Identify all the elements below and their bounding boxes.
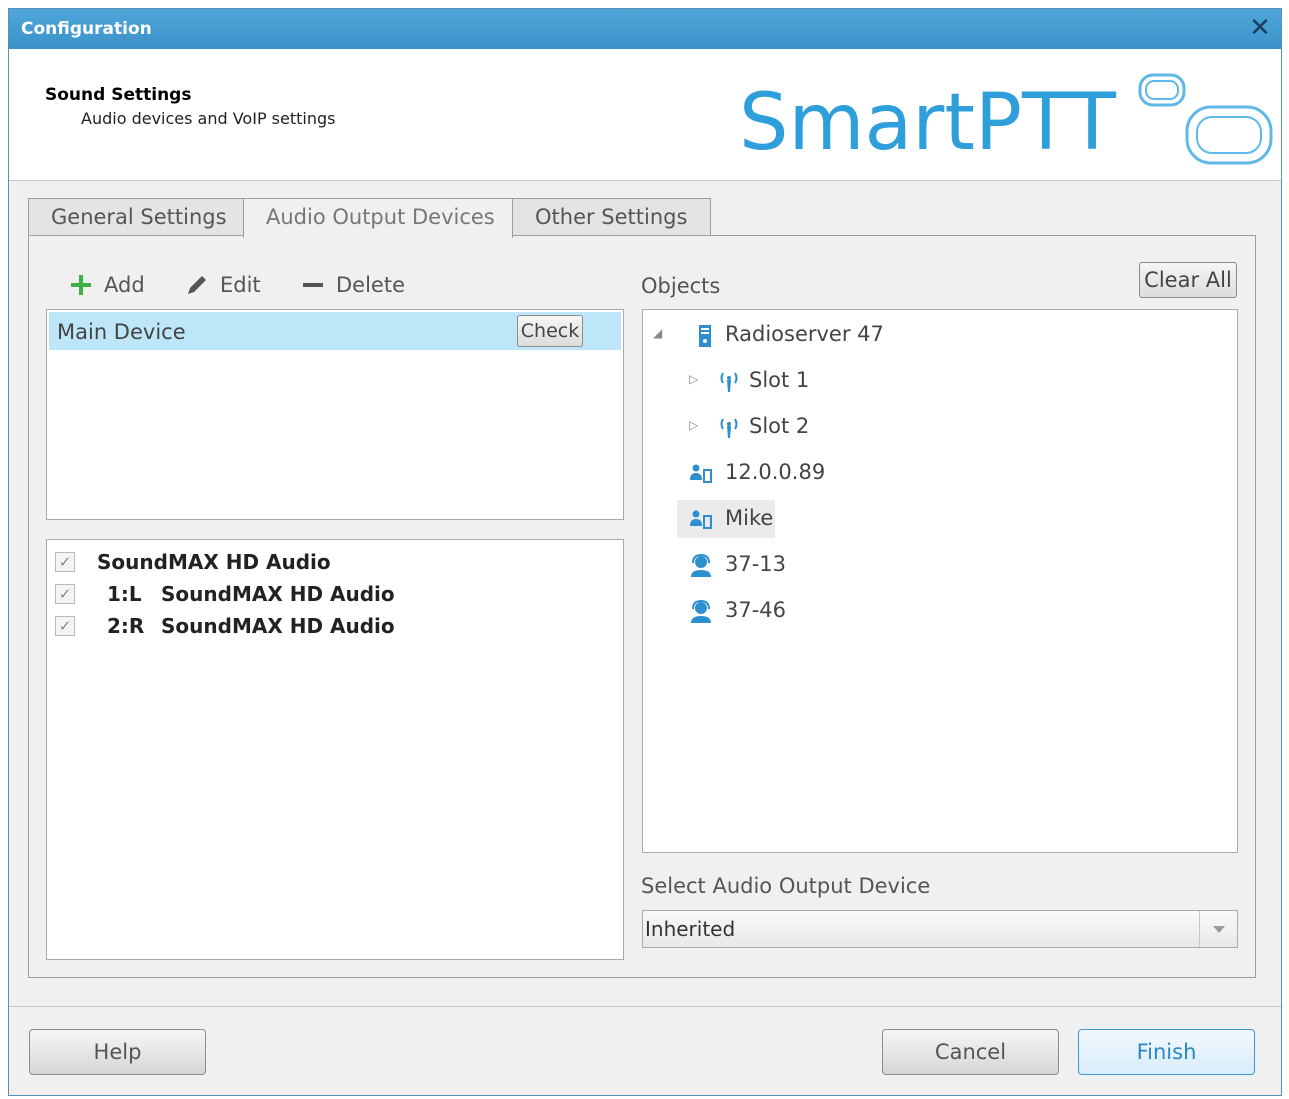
expanded-arrow-icon[interactable]: ◢ xyxy=(653,326,667,340)
smartptt-logo: SmartPTT xyxy=(739,73,1273,168)
tree-node-label: 12.0.0.89 xyxy=(725,460,826,484)
clear-all-button[interactable]: Clear All xyxy=(1139,262,1237,298)
channel-row: ✓ 2:R SoundMAX HD Audio xyxy=(55,612,615,642)
tree-node-label: Mike xyxy=(725,506,774,530)
tree-node-37-13[interactable]: 37-13 xyxy=(677,546,857,584)
check-button[interactable]: Check xyxy=(517,315,583,347)
edit-label: Edit xyxy=(220,273,261,297)
window-title: Configuration xyxy=(21,19,152,39)
channel-list[interactable]: ✓ SoundMAX HD Audio ✓ 1:L SoundMAX HD Au… xyxy=(46,539,624,960)
tab-label: General Settings xyxy=(51,205,227,229)
tab-general-settings[interactable]: General Settings xyxy=(28,198,244,236)
tree-node-slot-1[interactable]: ▷ Slot 1 xyxy=(689,362,889,400)
audio-output-select[interactable]: Inherited xyxy=(642,910,1238,948)
tab-other-settings[interactable]: Other Settings xyxy=(512,198,711,236)
add-label: Add xyxy=(104,273,145,297)
delete-button[interactable]: Delete xyxy=(298,270,428,300)
channel-name: SoundMAX HD Audio xyxy=(161,614,395,638)
select-output-label: Select Audio Output Device xyxy=(641,874,931,898)
channel-checkbox[interactable]: ✓ xyxy=(55,584,75,604)
device-row[interactable]: Main Device Check xyxy=(49,312,621,350)
title-bar: Configuration ✕ xyxy=(9,9,1281,49)
page-header: Sound Settings Audio devices and VoIP se… xyxy=(9,49,1281,181)
tab-label: Audio Output Devices xyxy=(266,205,495,229)
tab-audio-output-devices[interactable]: Audio Output Devices xyxy=(243,198,513,238)
device-list[interactable]: Main Device Check xyxy=(46,309,624,520)
tree-node-12-0-0-89[interactable]: 12.0.0.89 xyxy=(677,454,857,492)
channel-index: 1:L xyxy=(107,582,142,606)
channel-name: SoundMAX HD Audio xyxy=(161,582,395,606)
logo-wordmark: SmartPTT xyxy=(739,78,1116,168)
channel-name: SoundMAX HD Audio xyxy=(97,550,331,574)
antenna-icon xyxy=(720,372,738,392)
channel-row: ✓ SoundMAX HD Audio xyxy=(55,548,615,578)
tree-node-label: Slot 1 xyxy=(749,368,810,392)
delete-label: Delete xyxy=(336,273,405,297)
radio-user-icon xyxy=(690,510,712,529)
tree-node-label: Slot 2 xyxy=(749,414,810,438)
page-title: Sound Settings xyxy=(45,85,192,105)
tree-node-mike[interactable]: Mike xyxy=(677,500,775,538)
tree-node-37-46[interactable]: 37-46 xyxy=(677,592,857,630)
select-value: Inherited xyxy=(645,917,736,941)
collapsed-arrow-icon[interactable]: ▷ xyxy=(689,372,703,386)
channel-row: ✓ 1:L SoundMAX HD Audio xyxy=(55,580,615,610)
dispatcher-icon xyxy=(691,553,711,577)
edit-button[interactable]: Edit xyxy=(182,270,282,300)
server-icon xyxy=(699,325,711,347)
help-button[interactable]: Help xyxy=(29,1029,206,1075)
chevron-down-icon[interactable] xyxy=(1199,911,1237,947)
collapsed-arrow-icon[interactable]: ▷ xyxy=(689,418,703,432)
dialog-footer: Help Cancel Finish xyxy=(9,1006,1281,1088)
objects-tree[interactable]: ◢ Radioserver 47 ▷ Slot 1 ▷ Slot 2 12.0.… xyxy=(642,309,1238,853)
minus-icon xyxy=(303,283,323,287)
tree-node-label: Radioserver 47 xyxy=(725,322,884,346)
antenna-icon xyxy=(720,418,738,438)
cancel-button[interactable]: Cancel xyxy=(882,1029,1059,1075)
channel-index: 2:R xyxy=(107,614,145,638)
tree-node-radioserver[interactable]: ◢ Radioserver 47 xyxy=(653,316,953,354)
pencil-icon xyxy=(188,276,206,294)
finish-button[interactable]: Finish xyxy=(1078,1029,1255,1075)
tree-node-slot-2[interactable]: ▷ Slot 2 xyxy=(689,408,889,446)
tab-label: Other Settings xyxy=(535,205,688,229)
channel-checkbox[interactable]: ✓ xyxy=(55,552,75,572)
close-icon[interactable]: ✕ xyxy=(1245,13,1275,43)
dispatcher-icon xyxy=(691,599,711,623)
device-name: Main Device xyxy=(57,320,186,344)
objects-label: Objects xyxy=(641,274,721,298)
channel-checkbox[interactable]: ✓ xyxy=(55,616,75,636)
radio-user-icon xyxy=(690,464,712,483)
tree-node-label: 37-13 xyxy=(725,552,787,576)
page-subtitle: Audio devices and VoIP settings xyxy=(81,109,336,128)
add-button[interactable]: Add xyxy=(66,270,166,300)
plus-icon xyxy=(71,275,91,295)
tree-node-label: 37-46 xyxy=(725,598,787,622)
